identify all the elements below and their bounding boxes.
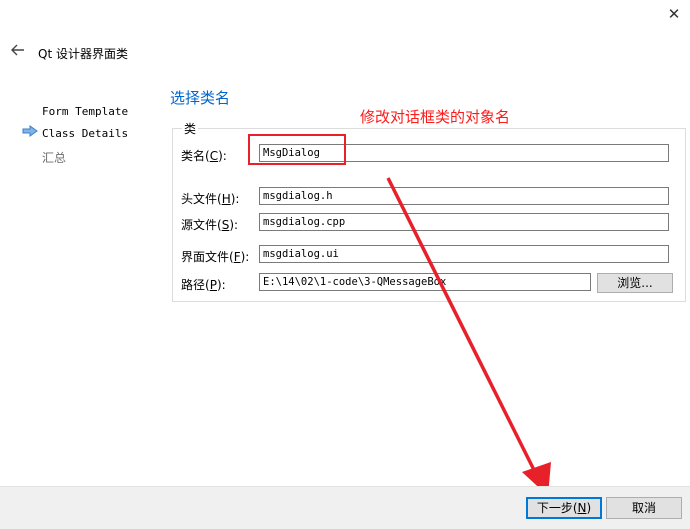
- source-file-label: 源文件(S):: [181, 218, 239, 232]
- highlight-box: [248, 134, 346, 165]
- path-input[interactable]: E:\14\02\1-code\3-QMessageBox: [259, 273, 591, 291]
- header-file-label: 头文件(H):: [181, 192, 240, 206]
- browse-button[interactable]: 浏览...: [597, 273, 673, 293]
- page-title: 选择类名: [170, 89, 231, 107]
- path-label: 路径(P):: [181, 278, 226, 292]
- annotation-text: 修改对话框类的对象名: [360, 108, 511, 126]
- nav-item-class-details: Class Details: [42, 127, 129, 140]
- back-arrow-icon[interactable]: [10, 42, 26, 58]
- nav-item-form-template: Form Template: [42, 105, 129, 118]
- wizard-title: Qt 设计器界面类: [38, 47, 128, 61]
- close-icon[interactable]: ✕: [664, 4, 684, 24]
- form-file-label: 界面文件(F):: [181, 250, 250, 264]
- current-step-arrow-icon: [22, 125, 38, 137]
- class-name-label: 类名(C):: [181, 149, 227, 163]
- form-file-input[interactable]: msgdialog.ui: [259, 245, 669, 263]
- cancel-button[interactable]: 取消: [606, 497, 682, 519]
- nav-item-summary: 汇总: [42, 151, 67, 165]
- next-button[interactable]: 下一步(N): [526, 497, 602, 519]
- groupbox-title: 类: [182, 120, 199, 137]
- header-file-input[interactable]: msgdialog.h: [259, 187, 669, 205]
- source-file-input[interactable]: msgdialog.cpp: [259, 213, 669, 231]
